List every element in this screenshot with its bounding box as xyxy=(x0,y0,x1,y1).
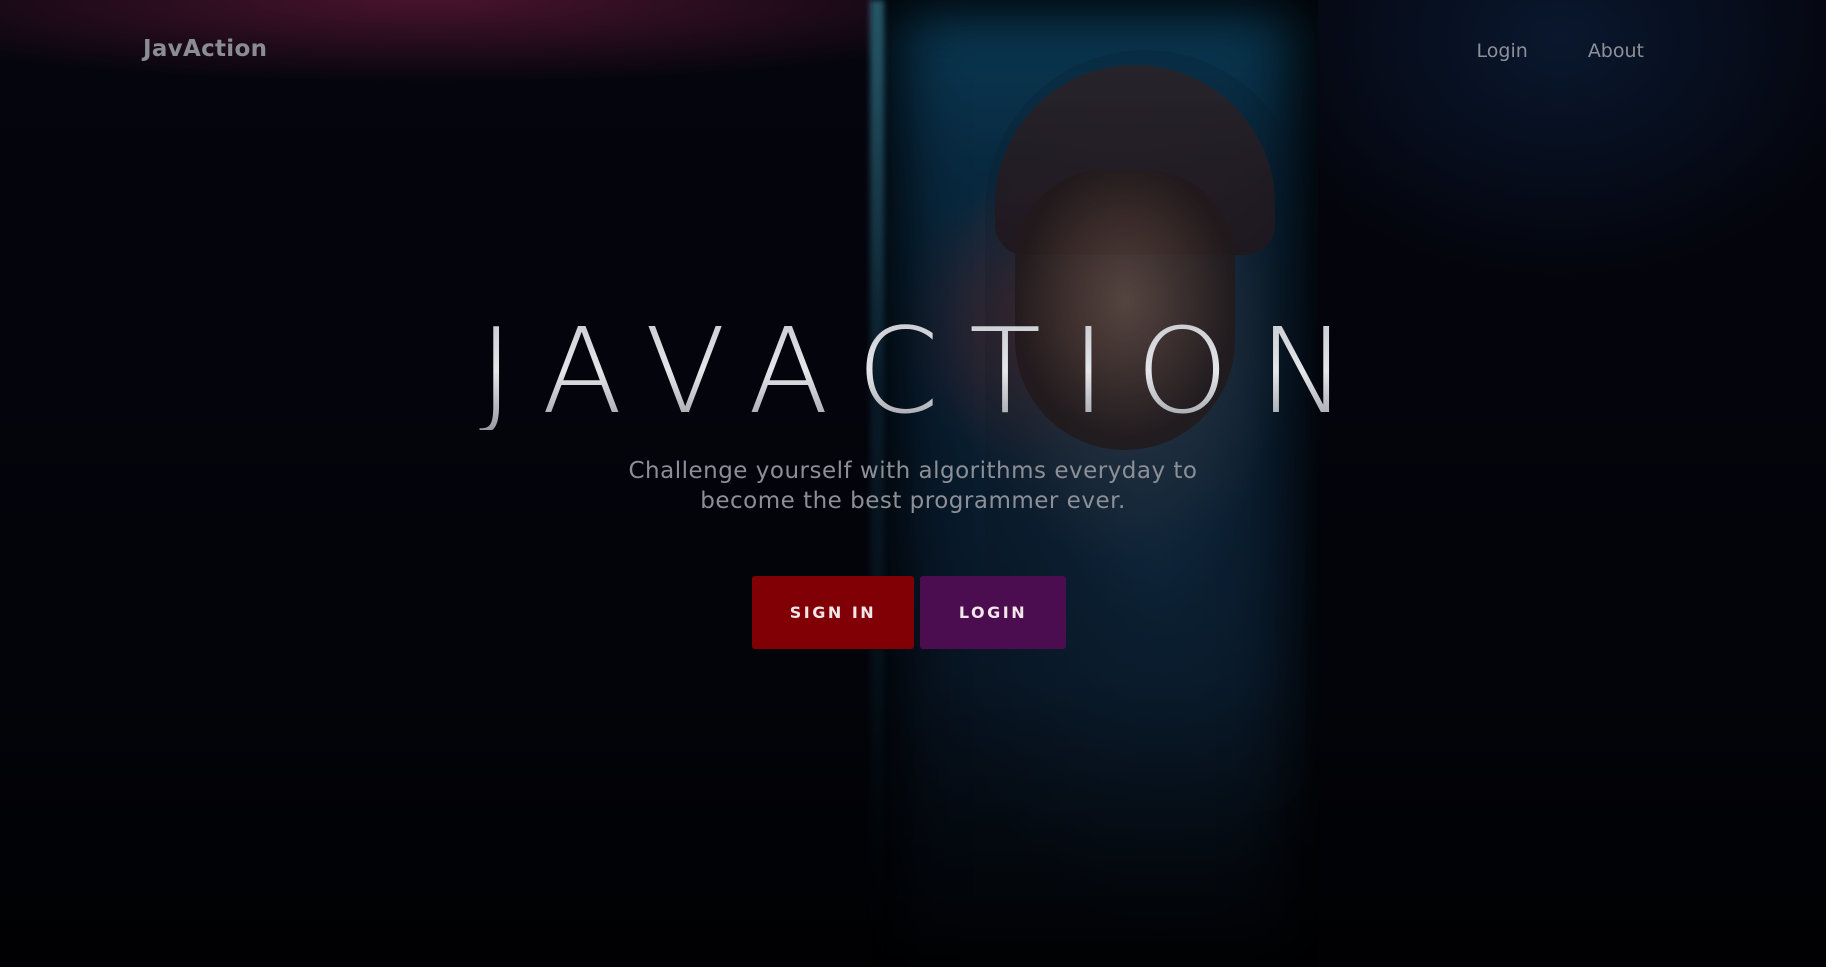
sign-in-button[interactable]: SIGN IN xyxy=(752,576,914,649)
nav-link-login[interactable]: Login xyxy=(1477,40,1528,62)
hero-title: JAVACTION xyxy=(0,312,1826,430)
hero-subtitle-line-1: Challenge yourself with algorithms every… xyxy=(628,458,1198,484)
hero-section: JavAction Login About JAVACTION Challeng… xyxy=(0,0,1826,967)
login-button[interactable]: LOGIN xyxy=(920,576,1066,649)
nav-link-about[interactable]: About xyxy=(1588,40,1644,62)
hero-buttons: SIGN IN LOGIN xyxy=(752,576,1066,649)
hero-subtitle-line-2: become the best programmer ever. xyxy=(700,488,1126,514)
top-nav: Login About xyxy=(1477,40,1644,62)
brand-logo[interactable]: JavAction xyxy=(143,36,267,62)
hero-subtitle: Challenge yourself with algorithms every… xyxy=(0,456,1826,516)
